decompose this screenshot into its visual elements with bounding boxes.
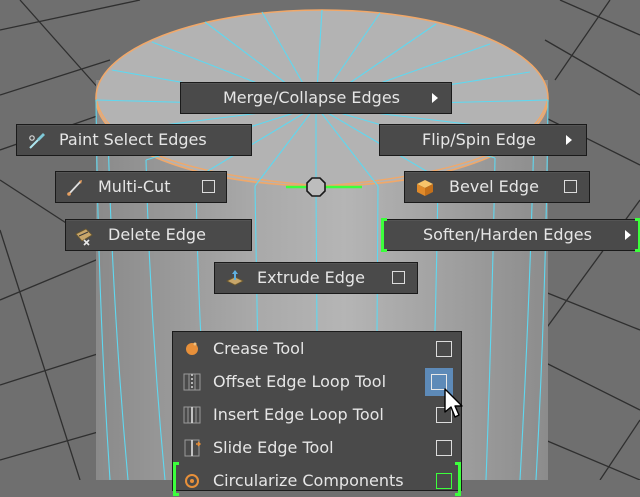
list-item-label: Circularize Components [213, 471, 404, 490]
list-item-label: Crease Tool [213, 339, 305, 358]
list-item-offset-edge-loop-tool[interactable]: Offset Edge Loop Tool [173, 365, 461, 398]
menu-item-label: Bevel Edge [449, 177, 539, 196]
option-box[interactable] [392, 271, 405, 284]
option-box[interactable] [202, 180, 215, 193]
list-item-label: Insert Edge Loop Tool [213, 405, 384, 424]
extrude-edge-icon [226, 270, 244, 286]
list-item-slide-edge-tool[interactable]: Slide Edge Tool [173, 431, 461, 464]
circularize-icon [185, 474, 199, 488]
selection-bracket-right [635, 218, 640, 252]
list-item-label: Offset Edge Loop Tool [213, 372, 387, 391]
menu-item-merge-collapse-edges[interactable]: Merge/Collapse Edges [180, 82, 452, 114]
list-item-insert-edge-loop-tool[interactable]: Insert Edge Loop Tool [173, 398, 461, 431]
multi-cut-knife-icon [67, 180, 82, 196]
offset-loop-icon [183, 373, 201, 391]
menu-item-label: Soften/Harden Edges [423, 225, 592, 244]
mouse-cursor-icon [444, 388, 463, 418]
selection-bracket-right [455, 462, 461, 496]
selection-bracket-left [381, 218, 387, 252]
option-box[interactable] [436, 473, 452, 489]
submenu-arrow-icon [432, 93, 438, 103]
menu-item-flip-spin-edge[interactable]: Flip/Spin Edge [379, 124, 587, 156]
list-item-label: Slide Edge Tool [213, 438, 334, 457]
menu-item-label: Multi-Cut [98, 177, 171, 196]
crease-dot-icon [186, 342, 198, 355]
delete-edge-icon [75, 228, 93, 246]
submenu-arrow-icon [566, 135, 572, 145]
marking-menu-center-icon [306, 177, 326, 197]
option-box[interactable] [436, 341, 452, 357]
menu-item-label: Paint Select Edges [59, 130, 207, 149]
menu-item-bevel-edge[interactable]: Bevel Edge [404, 171, 590, 203]
menu-item-extrude-edge[interactable]: Extrude Edge [214, 262, 418, 294]
menu-item-multi-cut[interactable]: Multi-Cut [55, 171, 227, 203]
menu-item-delete-edge[interactable]: Delete Edge [65, 219, 252, 251]
insert-loop-icon [183, 406, 201, 424]
selection-bracket-left [173, 462, 179, 496]
submenu-arrow-icon [625, 230, 631, 240]
menu-item-label: Delete Edge [108, 225, 206, 244]
slide-edge-icon [184, 439, 201, 457]
list-item-crease-tool[interactable]: Crease Tool [173, 332, 461, 365]
edge-tools-list-menu: Crease Tool Offset Edge Loop Tool Insert… [172, 331, 462, 496]
option-box[interactable] [564, 180, 577, 193]
menu-item-label: Extrude Edge [257, 268, 365, 287]
menu-item-label: Flip/Spin Edge [422, 130, 536, 149]
menu-item-paint-select-edges[interactable]: Paint Select Edges [16, 124, 252, 156]
menu-item-label: Merge/Collapse Edges [223, 88, 401, 107]
menu-item-soften-harden-edges[interactable]: Soften/Harden Edges [381, 218, 640, 252]
bevel-cube-icon [417, 180, 433, 196]
option-box[interactable] [436, 440, 452, 456]
paint-select-icon [29, 133, 45, 149]
list-item-circularize-components[interactable]: Circularize Components [173, 462, 461, 497]
